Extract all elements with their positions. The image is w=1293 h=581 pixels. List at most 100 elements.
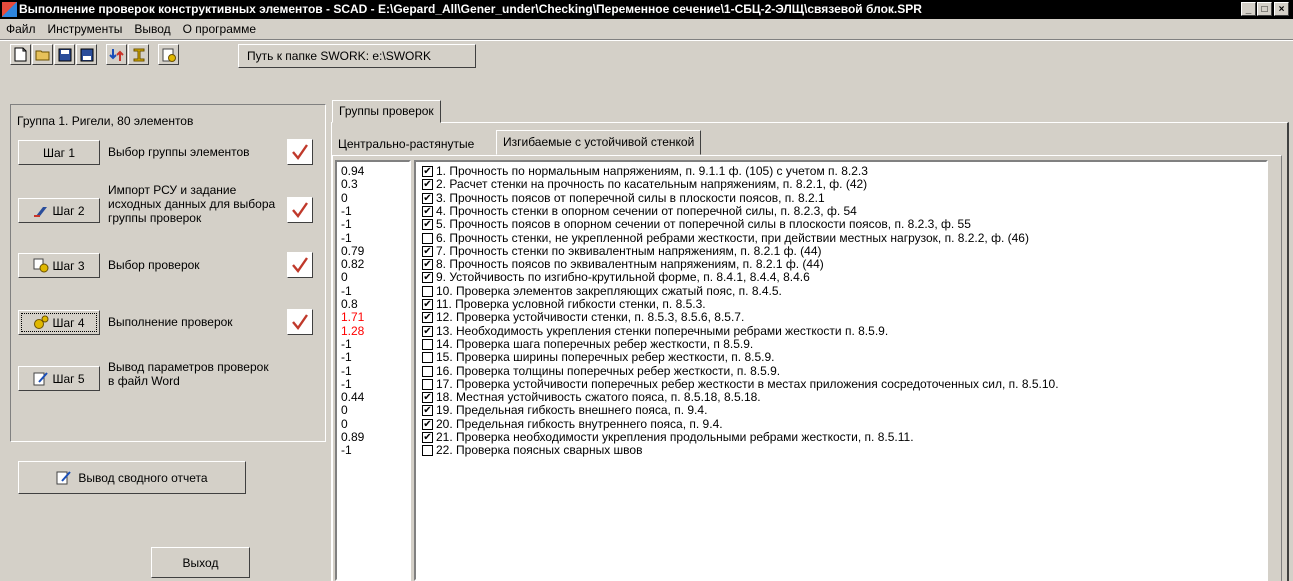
check-checkbox[interactable]: ✔ [422,325,433,337]
check-row[interactable]: ✔ 1. Прочность по нормальным напряжениям,… [422,165,868,178]
tab-centrally-tensioned[interactable]: Центрально-растянутые [332,134,480,156]
check-value: 0 [341,416,348,431]
check-checkbox[interactable]: ✔ [422,392,433,404]
word-export-icon [33,372,49,386]
check-row[interactable]: ✔ 7. Прочность стенки по эквивалентным на… [422,243,822,258]
check-value: 0.44 [341,390,365,405]
check-checkbox[interactable] [422,352,433,364]
check-row[interactable]: ✔ 9. Устойчивость по изгибно-крутильной ф… [422,271,810,284]
check-checkbox[interactable]: ✔ [422,245,433,257]
summary-report-button[interactable]: Вывод сводного отчета [18,461,246,494]
check-value: -1 [341,217,352,232]
beam-icon[interactable] [128,44,149,65]
check-checkbox[interactable] [422,285,433,297]
check-value: -1 [341,203,352,218]
check-row[interactable]: 16. Проверка толщины поперечных ребер же… [422,364,780,378]
check-label: 7. Прочность стенки по эквивалентным нап… [436,243,822,258]
check-row[interactable]: ✔ 13. Необходимость укрепления стенки поп… [422,324,888,338]
check-label: 21. Проверка необходимости укрепления пр… [436,430,914,444]
menu-about[interactable]: О программе [177,19,262,39]
check-checkbox[interactable]: ✔ [422,179,433,191]
check-checkbox[interactable]: ✔ [422,272,433,284]
step-2-button[interactable]: Шаг 2 [18,198,100,223]
check-checkbox[interactable]: ✔ [422,259,433,271]
check-row[interactable]: ✔ 2. Расчет стенки на прочность по касате… [422,178,867,191]
check-row[interactable]: ✔ 20. Предельная гибкость внутреннего поя… [422,416,723,431]
check-checkbox[interactable] [422,232,433,244]
tab-check-groups[interactable]: Группы проверок [332,100,441,123]
open-folder-icon[interactable] [32,44,53,65]
step-4-text: Выполнение проверок [108,315,233,329]
check-values-list: 0.94 0.3 0 -1 -1 -1 0.79 0.82 0 -1 0.8 1.71 1.28 -1 -1… [335,160,411,581]
new-file-icon[interactable] [10,44,31,65]
check-row[interactable]: 17. Проверка устойчивости поперечных реб… [422,377,1059,391]
check-row[interactable]: 22. Проверка поясных сварных швов [422,444,642,457]
check-label: 20. Предельная гибкость внутреннего пояс… [436,416,723,431]
select-icon [33,258,49,273]
check-checkbox[interactable]: ✔ [422,299,433,310]
check-row[interactable]: ✔ 5. Прочность поясов в опорном сечении о… [422,218,971,231]
check-row[interactable]: ✔ 21. Проверка необходимости укрепления п… [422,431,914,444]
step-1-button[interactable]: Шаг 1 [18,140,100,165]
maximize-button[interactable]: □ [1257,2,1272,16]
check-checkbox[interactable]: ✔ [422,432,433,443]
step-4-label: Шаг 4 [52,315,85,330]
check-label: 18. Местная устойчивость сжатого пояса, … [436,390,761,405]
check-label: 11. Проверка условной гибкости стенки, п… [436,297,706,311]
check-value: -1 [341,363,352,378]
save-as-icon[interactable] [76,44,97,65]
check-row[interactable]: ✔ 4. Прочность стенки в опорном сечении о… [422,203,857,218]
import-icon[interactable] [106,44,127,65]
check-row[interactable]: ✔ 12. Проверка устойчивости стенки, п. 8.… [422,311,744,324]
menu-output[interactable]: Вывод [128,19,176,39]
check-row[interactable]: ✔ 3. Прочность поясов от поперечной силы … [422,190,825,205]
check-checkbox[interactable]: ✔ [422,405,433,417]
check-value: -1 [341,350,352,365]
step-3-done-check [287,252,313,278]
check-value: -1 [341,376,352,391]
check-row[interactable]: 6. Прочность стенки, не укрепленной ребр… [422,231,1029,245]
check-value: 0.89 [341,430,365,444]
step-3-button[interactable]: Шаг 3 [18,253,100,278]
step-5-button[interactable]: Шаг 5 [18,366,100,391]
step-2-done-check [287,197,313,223]
exit-label: Выход [182,555,219,570]
check-checkbox[interactable]: ✔ [422,205,433,217]
check-row[interactable]: ✔ 18. Местная устойчивость сжатого пояса,… [422,391,761,404]
check-label: 2. Расчет стенки на прочность по касател… [436,177,868,192]
check-checkbox[interactable]: ✔ [422,166,433,177]
settings-icon[interactable] [158,44,179,65]
checks-list: ✔ 1. Прочность по нормальным напряжениям,… [414,160,1268,581]
menu-file[interactable]: Файл [0,19,42,39]
check-label: 3. Прочность поясов от поперечной силы в… [436,190,825,205]
minimize-button[interactable]: _ [1241,2,1256,16]
check-checkbox[interactable] [422,338,433,350]
menu-tools[interactable]: Инструменты [42,19,129,39]
check-row[interactable]: ✔ 19. Предельная гибкость внешнего пояса,… [422,404,707,417]
tab-bending-stable-web[interactable]: Изгибаемые с устойчивой стенкой [496,130,702,155]
check-row[interactable]: 10. Проверка элементов закрепляющих сжат… [422,283,782,298]
check-checkbox[interactable]: ✔ [422,418,433,430]
check-row[interactable]: 14. Проверка шага поперечных ребер жестк… [422,336,754,351]
check-row[interactable]: 15. Проверка ширины поперечных ребер жес… [422,351,774,364]
check-label: 14. Проверка шага поперечных ребер жестк… [436,336,754,351]
check-label: 4. Прочность стенки в опорном сечении от… [436,203,857,218]
check-row[interactable]: ✔ 11. Проверка условной гибкости стенки, … [422,298,706,311]
check-label: 10. Проверка элементов закрепляющих сжат… [436,283,782,298]
check-checkbox[interactable]: ✔ [422,219,433,231]
step-4-button[interactable]: Шаг 4 [18,310,100,335]
check-label: 19. Предельная гибкость внешнего пояса, … [436,403,708,418]
checkmark-icon [292,257,308,273]
step-4-done-check [287,309,313,335]
exit-button[interactable]: Выход [151,547,250,578]
close-button[interactable]: × [1274,2,1289,16]
check-checkbox[interactable] [422,365,433,377]
check-checkbox[interactable] [422,445,433,457]
check-label: 12. Проверка устойчивости стенки, п. 8.5… [436,310,745,325]
check-checkbox[interactable]: ✔ [422,192,433,204]
check-row[interactable]: ✔ 8. Прочность поясов по эквивалентным на… [422,258,824,271]
step-3-label: Шаг 3 [52,258,85,273]
save-icon[interactable] [54,44,75,65]
check-checkbox[interactable] [422,378,433,390]
check-checkbox[interactable]: ✔ [422,312,433,324]
